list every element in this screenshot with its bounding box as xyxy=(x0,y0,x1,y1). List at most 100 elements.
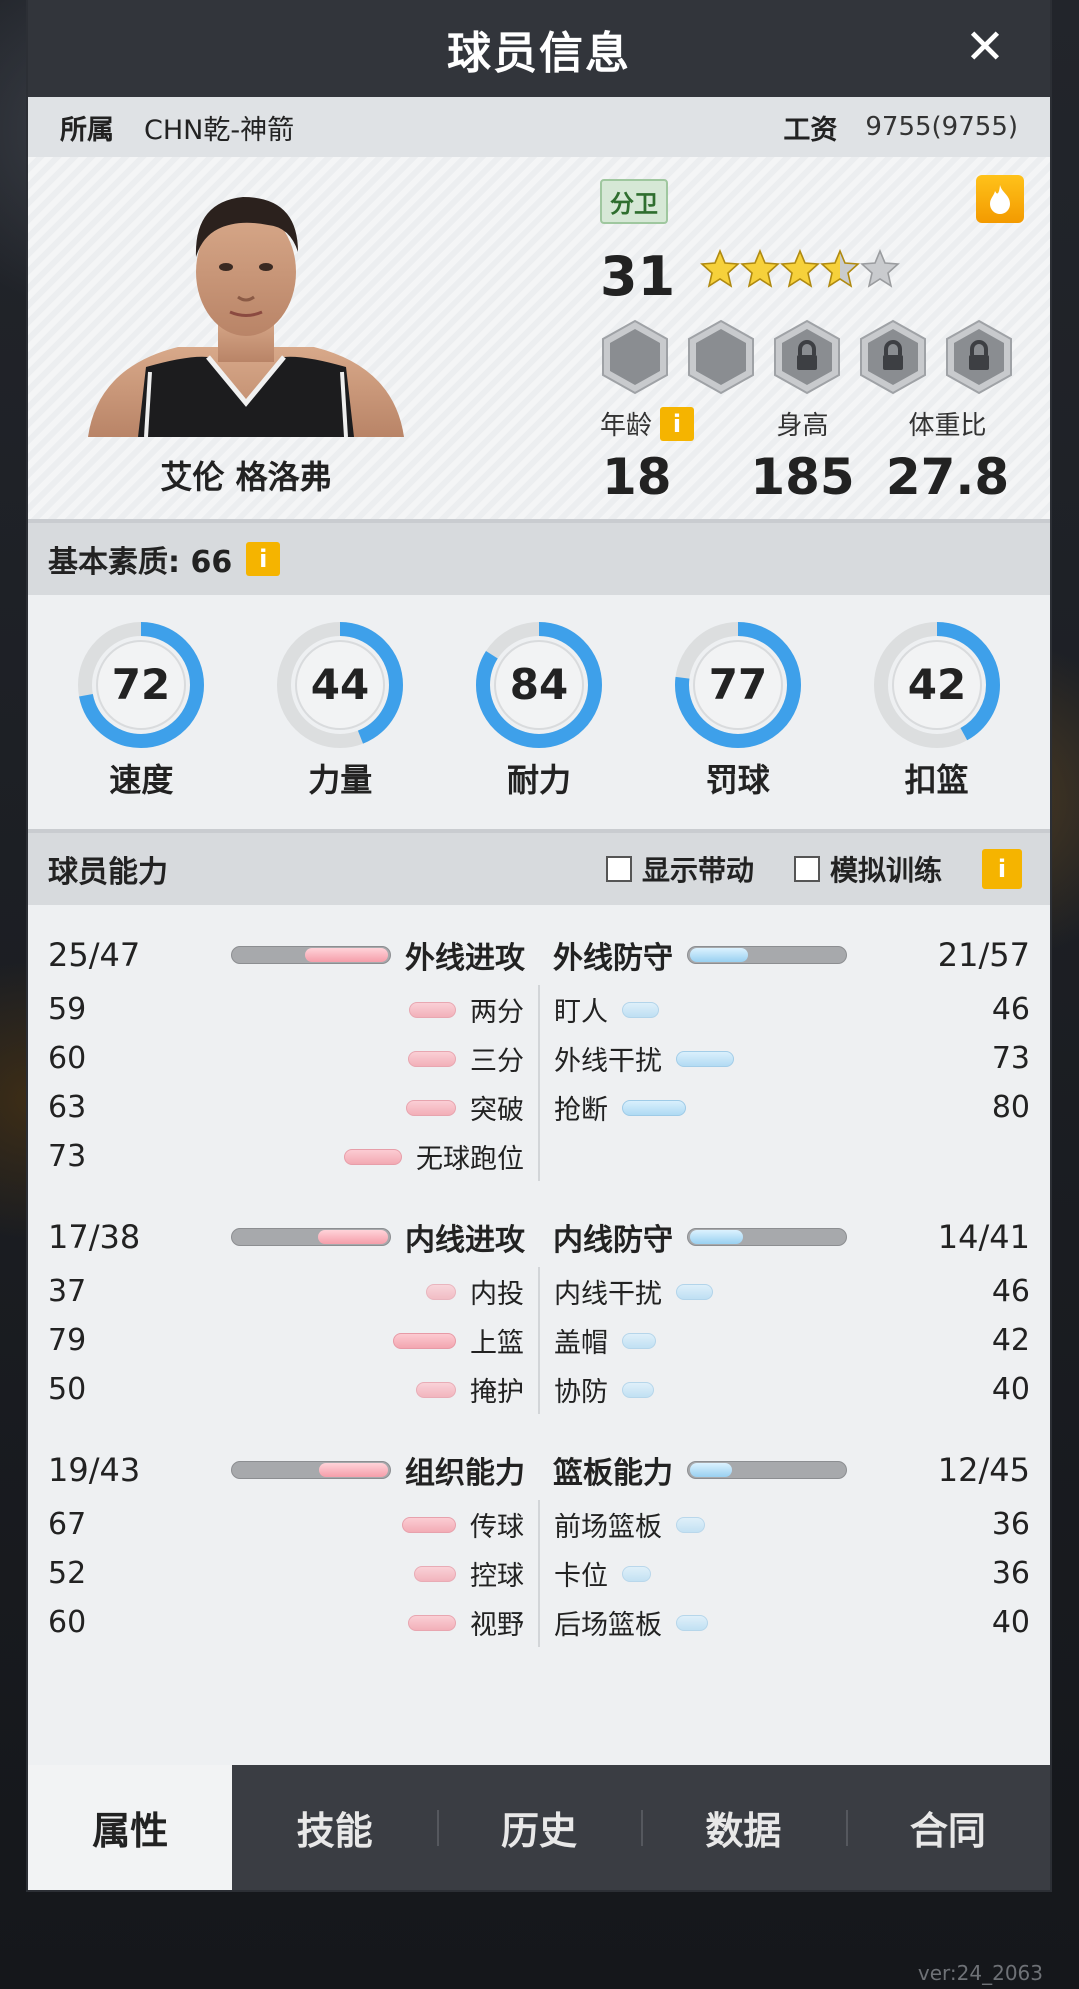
ability-value: 80 xyxy=(991,1090,1030,1125)
ability-bar xyxy=(622,1099,686,1116)
ability-row-half: 协防 40 xyxy=(540,1365,1030,1414)
ability-name: 盖帽 xyxy=(554,1328,608,1359)
gauge-label: 扣篮 xyxy=(904,761,969,799)
category-score: 19/43 xyxy=(48,1451,141,1489)
ability-name: 内投 xyxy=(470,1279,524,1310)
ability-row-half: 37 内投 xyxy=(48,1267,540,1316)
simulate-training-label: 模拟训练 xyxy=(829,854,942,887)
star-icon xyxy=(700,249,740,288)
ability-bar xyxy=(676,1050,734,1067)
ability-row-half: 63 突破 xyxy=(48,1083,540,1132)
age-label: 年龄 xyxy=(600,411,653,441)
info-strip: 所属 CHN乾-神箭 工资 9755(9755) xyxy=(28,97,1050,157)
ability-name: 视野 xyxy=(470,1610,524,1641)
ability-value: 52 xyxy=(48,1556,87,1591)
ability-bar xyxy=(622,1332,656,1349)
gauge-label: 力量 xyxy=(308,761,373,799)
ability-value: 37 xyxy=(48,1274,87,1309)
skill-slot-icon[interactable] xyxy=(600,319,670,395)
bottom-tabs: 属性 技能 历史 数据 合同 xyxy=(28,1765,1050,1890)
info-icon[interactable]: i xyxy=(660,406,695,441)
ability-name: 掩护 xyxy=(470,1377,524,1408)
ability-bar xyxy=(406,1099,456,1116)
gauge-value: 84 xyxy=(510,660,568,709)
ability-row-half: 内线干扰 46 xyxy=(540,1267,1030,1316)
ability-name: 外线干扰 xyxy=(554,1046,662,1077)
ability-row-half: 50 掩护 xyxy=(48,1365,540,1414)
category-header: 17/38 内线进攻 xyxy=(48,1207,539,1267)
fire-icon[interactable] xyxy=(976,175,1024,223)
ability-row-half: 52 控球 xyxy=(48,1549,540,1598)
show-boost-toggle[interactable]: 显示带动 xyxy=(605,849,754,889)
show-boost-label: 显示带动 xyxy=(641,854,754,887)
category-header: 内线防守 14/41 xyxy=(539,1207,1030,1267)
star-icon xyxy=(860,249,900,288)
ability-value: 36 xyxy=(991,1507,1030,1542)
checkbox-icon[interactable] xyxy=(793,856,820,882)
ability-value: 50 xyxy=(48,1372,87,1407)
ability-bar xyxy=(344,1148,402,1165)
ability-row-half: 卡位 36 xyxy=(540,1549,1030,1598)
ability-value: 60 xyxy=(48,1041,87,1076)
ability-name: 控球 xyxy=(470,1561,524,1592)
info-icon[interactable]: i xyxy=(982,849,1022,889)
category-title: 内线进攻 xyxy=(405,1223,525,1258)
category-header: 篮板能力 12/45 xyxy=(539,1440,1030,1500)
ability-list: 25/47 外线进攻 外线防守 21/57 59 两分 盯人 46 60 三分 外线干扰 73 63 突破… xyxy=(28,905,1050,1647)
gauge-3: 77 罚球 xyxy=(638,619,837,829)
lock-icon[interactable] xyxy=(944,319,1014,395)
table-row: 60 视野 后场篮板 40 xyxy=(48,1598,1030,1647)
tab-2[interactable]: 历史 xyxy=(436,1765,641,1890)
ability-row-half: 59 两分 xyxy=(48,985,540,1034)
title-bar: 球员信息 ✕ xyxy=(28,0,1050,97)
ability-name: 后场篮板 xyxy=(554,1610,662,1641)
tab-0[interactable]: 属性 xyxy=(28,1765,233,1890)
category-score: 14/41 xyxy=(937,1218,1030,1256)
height-attr: 身高 185 xyxy=(730,405,875,506)
ability-header: 球员能力 显示带动 模拟训练 i xyxy=(28,829,1050,905)
ability-bar xyxy=(408,1614,456,1631)
category-row: 19/43 组织能力 篮板能力 12/45 xyxy=(48,1440,1030,1500)
gauge-ring: 77 xyxy=(674,622,801,748)
category-progress xyxy=(231,1228,391,1246)
skill-slot-icon[interactable] xyxy=(686,319,756,395)
ability-bar xyxy=(622,1381,654,1398)
info-icon[interactable]: i xyxy=(246,542,281,576)
category-title: 外线防守 xyxy=(553,941,673,976)
ability-bar xyxy=(676,1283,713,1300)
gauge-1: 44 力量 xyxy=(241,619,440,829)
ability-row-half: 79 上篮 xyxy=(48,1316,540,1365)
ability-row-half: 前场篮板 36 xyxy=(540,1500,1030,1549)
ability-bar xyxy=(676,1516,705,1533)
ability-value: 40 xyxy=(991,1372,1030,1407)
ability-name: 突破 xyxy=(470,1095,524,1126)
lock-icon[interactable] xyxy=(858,319,928,395)
ability-title: 球员能力 xyxy=(48,855,168,890)
position-badge: 分卫 xyxy=(600,179,668,224)
tab-3[interactable]: 数据 xyxy=(641,1765,845,1890)
gauge-value: 77 xyxy=(709,660,767,709)
ability-value: 63 xyxy=(48,1090,87,1125)
gauge-ring: 44 xyxy=(277,622,404,748)
tab-1[interactable]: 技能 xyxy=(232,1765,436,1890)
checkbox-icon[interactable] xyxy=(605,856,632,882)
ability-bar xyxy=(416,1381,456,1398)
simulate-training-toggle[interactable]: 模拟训练 xyxy=(793,849,942,889)
team-label: 所属 xyxy=(60,114,114,146)
ability-name: 前场篮板 xyxy=(554,1512,662,1543)
ability-value: 59 xyxy=(48,992,87,1027)
tab-4[interactable]: 合同 xyxy=(845,1765,1050,1890)
lock-icon[interactable] xyxy=(772,319,842,395)
salary-value: 9755(9755) xyxy=(865,112,1018,142)
ability-bar xyxy=(622,1001,659,1018)
close-icon[interactable]: ✕ xyxy=(960,22,1010,72)
category-score: 25/47 xyxy=(48,936,141,974)
age-value: 18 xyxy=(602,448,672,506)
ability-value: 42 xyxy=(991,1323,1030,1358)
category-score: 17/38 xyxy=(48,1218,141,1256)
ability-value: 40 xyxy=(991,1605,1030,1640)
ability-block-1: 17/38 内线进攻 内线防守 14/41 37 内投 内线干扰 46 79 上篮 盖帽 42 50 掩护… xyxy=(48,1207,1030,1414)
category-progress xyxy=(687,1461,847,1479)
gauge-ring: 84 xyxy=(475,622,602,748)
gauge-label: 耐力 xyxy=(506,761,571,799)
